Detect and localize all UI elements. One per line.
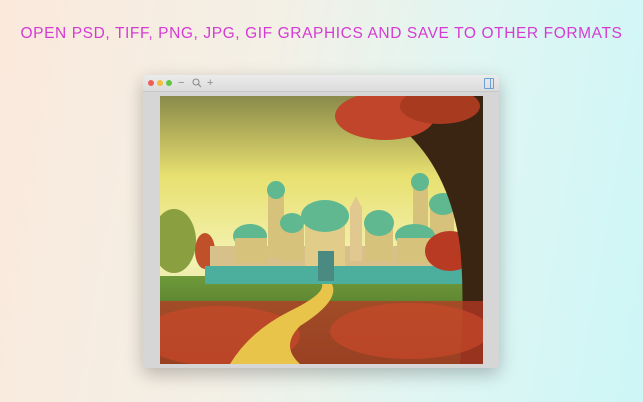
sidebar-toggle-icon[interactable] — [484, 78, 494, 89]
close-button[interactable] — [148, 80, 154, 86]
magnifier-icon[interactable] — [192, 76, 202, 92]
headline: OPEN PSD, TIFF, PNG, JPG, GIF GRAPHICS A… — [20, 25, 623, 42]
minimize-button[interactable] — [157, 80, 163, 86]
zoom-in-icon[interactable]: + — [207, 76, 213, 90]
fantasy-palace-image — [160, 96, 483, 364]
image-viewer-window: − + — [143, 75, 499, 368]
zoom-out-icon[interactable]: − — [178, 76, 184, 90]
title-bar: − + — [143, 75, 499, 92]
image-canvas — [160, 96, 483, 364]
zoom-window-button[interactable] — [166, 80, 172, 86]
